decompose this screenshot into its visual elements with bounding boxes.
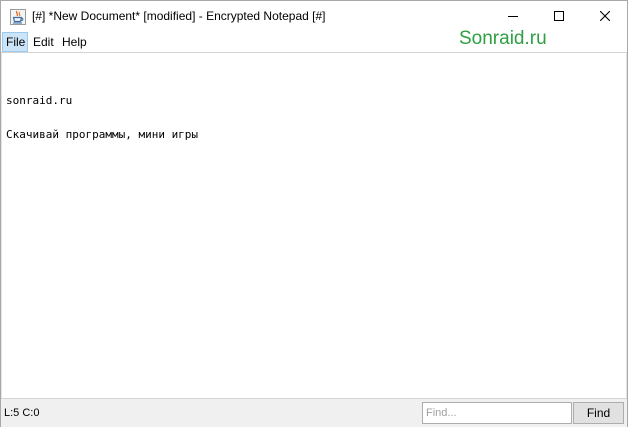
window-title: [#] *New Document* [modified] - Encrypte… <box>32 9 326 23</box>
close-icon <box>599 8 611 26</box>
editor-line: Скачивай программы, мини игры <box>6 128 199 141</box>
cursor-position: L:5 C:0 <box>4 407 40 419</box>
status-bar: L:5 C:0 Find <box>1 398 627 427</box>
editor-line: sonraid.ru <box>6 94 73 107</box>
minimize-icon <box>508 8 518 26</box>
close-button[interactable] <box>582 1 628 32</box>
find-input[interactable] <box>422 402 572 424</box>
maximize-icon <box>554 8 564 26</box>
menu-help[interactable]: Help <box>59 32 90 52</box>
menu-file[interactable]: File <box>2 32 28 52</box>
text-editor[interactable]: sonraid.ru Скачивай программы, мини игры <box>1 53 627 398</box>
java-cup-icon[interactable] <box>10 9 26 25</box>
watermark-logo: Sonraid.ru <box>459 28 547 49</box>
menu-edit[interactable]: Edit <box>30 32 57 52</box>
find-button[interactable]: Find <box>573 402 624 424</box>
app-window: [#] *New Document* [modified] - Encrypte… <box>0 0 628 427</box>
